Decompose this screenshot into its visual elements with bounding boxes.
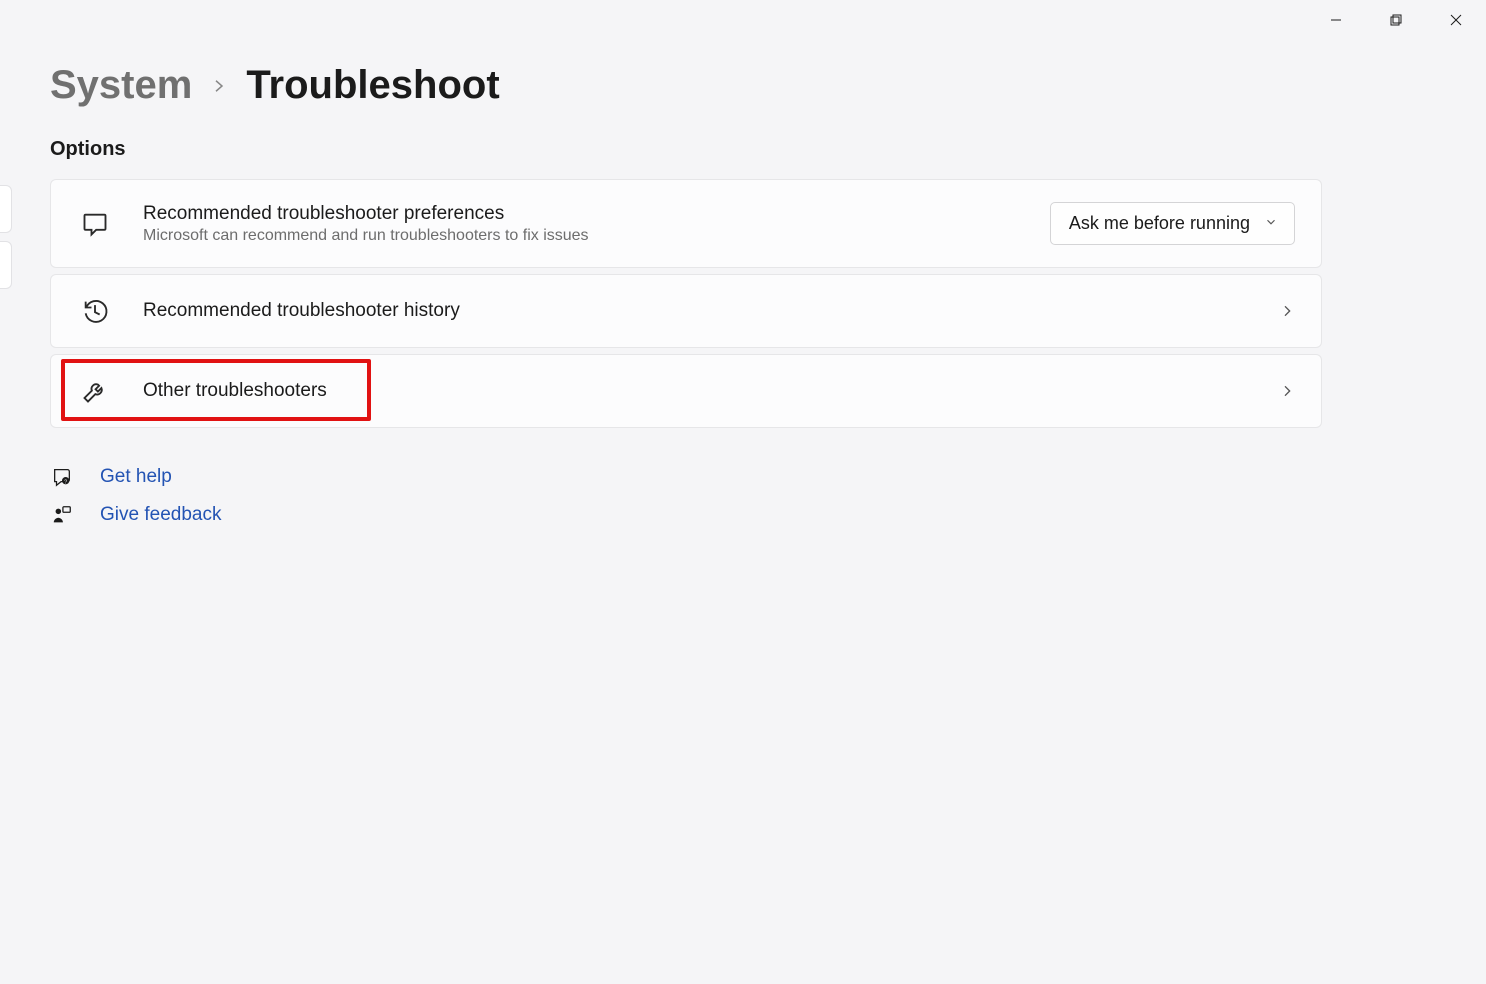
svg-text:?: ? — [64, 479, 67, 485]
troubleshooter-history-row[interactable]: Recommended troubleshooter history — [50, 274, 1322, 348]
speech-bubble-icon — [75, 210, 115, 238]
help-icon: ? — [50, 466, 74, 488]
give-feedback-link[interactable]: Give feedback — [50, 504, 1446, 526]
wrench-icon — [75, 377, 115, 405]
breadcrumb-parent[interactable]: System — [50, 63, 192, 108]
give-feedback-label: Give feedback — [100, 504, 221, 526]
preferences-dropdown-value: Ask me before running — [1069, 213, 1250, 234]
history-title: Recommended troubleshooter history — [143, 300, 1279, 322]
chevron-right-icon — [210, 77, 228, 95]
preferences-dropdown[interactable]: Ask me before running — [1050, 202, 1295, 245]
get-help-link[interactable]: ? Get help — [50, 466, 1446, 488]
other-title: Other troubleshooters — [143, 380, 1279, 402]
history-icon — [75, 297, 115, 325]
preferences-title: Recommended troubleshooter preferences — [143, 203, 1050, 225]
get-help-label: Get help — [100, 466, 172, 488]
chevron-right-icon — [1279, 383, 1295, 399]
feedback-icon — [50, 504, 74, 526]
sidebar-sliver — [0, 241, 12, 289]
close-button[interactable] — [1426, 0, 1486, 40]
sidebar-partial — [0, 185, 12, 289]
other-troubleshooters-row[interactable]: Other troubleshooters — [50, 354, 1322, 428]
chevron-down-icon — [1264, 213, 1278, 234]
chevron-right-icon — [1279, 303, 1295, 319]
window-controls — [1306, 0, 1486, 40]
maximize-button[interactable] — [1366, 0, 1426, 40]
breadcrumb: System Troubleshoot — [50, 63, 1446, 108]
page-title: Troubleshoot — [246, 63, 499, 108]
preferences-subtitle: Microsoft can recommend and run troubles… — [143, 227, 1050, 245]
troubleshooter-preferences-row: Recommended troubleshooter preferences M… — [50, 179, 1322, 268]
minimize-button[interactable] — [1306, 0, 1366, 40]
sidebar-sliver — [0, 185, 12, 233]
section-header-options: Options — [50, 138, 1446, 161]
